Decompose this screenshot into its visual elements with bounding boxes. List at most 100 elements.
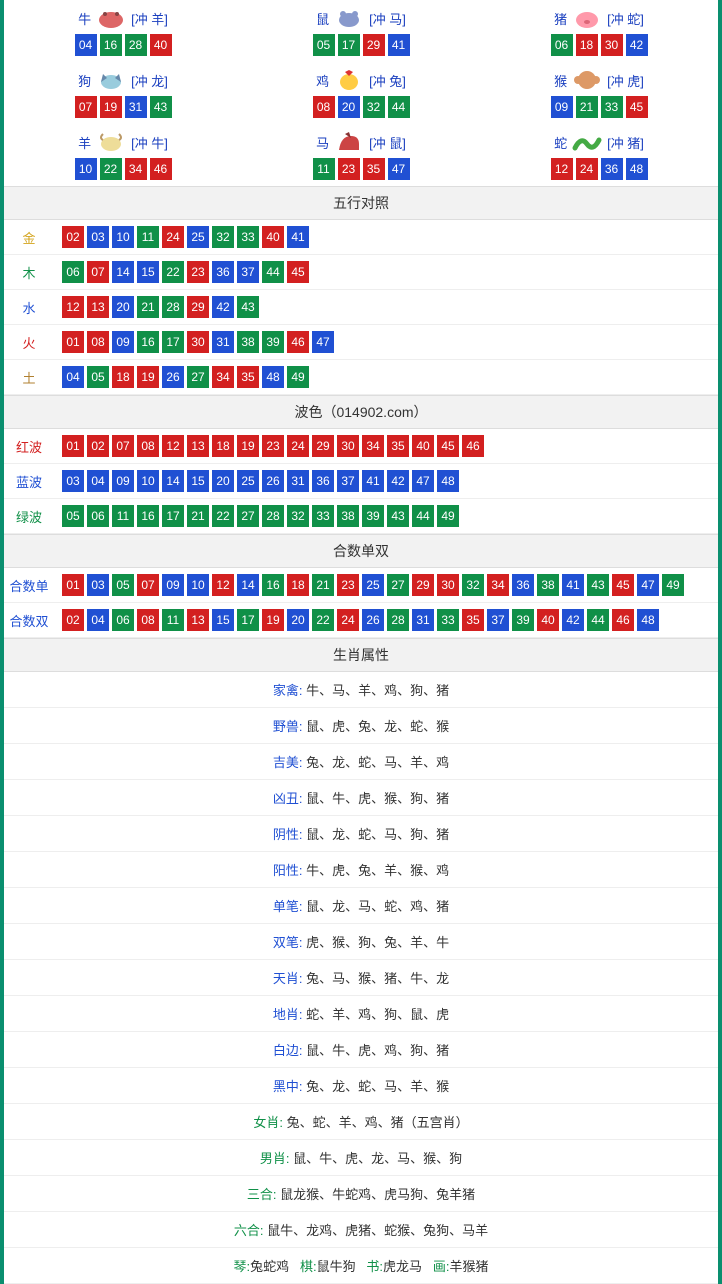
num-badge: 18 — [112, 366, 134, 388]
num-badge: 32 — [212, 226, 234, 248]
attr-label: 黑中: — [273, 1079, 303, 1094]
attr-row: 天肖: 兔、马、猴、猪、牛、龙 — [4, 960, 718, 996]
attr-row: 白边: 鼠、牛、虎、鸡、狗、猪 — [4, 1032, 718, 1068]
footer-row: 琴:兔蛇鸡 棋:鼠牛狗 书:虎龙马 画:羊猴猪 — [4, 1248, 718, 1284]
shu-val: 虎龙马 — [383, 1259, 422, 1274]
num-badge: 05 — [87, 366, 109, 388]
attr-value: 虎、猴、狗、兔、羊、牛 — [306, 935, 449, 950]
num-badge: 02 — [62, 226, 84, 248]
num-badge: 37 — [237, 261, 259, 283]
zodiac-cell-rat: 鼠 [冲 马] 05172941 — [242, 0, 480, 62]
num-badge: 14 — [237, 574, 259, 596]
num-badge: 43 — [237, 296, 259, 318]
num-badge: 15 — [137, 261, 159, 283]
num-badge: 20 — [112, 296, 134, 318]
num-badge: 28 — [262, 505, 284, 527]
zodiac-clash: [冲 羊] — [131, 9, 168, 28]
zodiac-cell-horse: 马 [冲 鼠] 11233547 — [242, 124, 480, 186]
num-badge: 17 — [162, 331, 184, 353]
attr-label: 双笔: — [273, 935, 303, 950]
num-badge: 30 — [601, 34, 623, 56]
zodiac-clash: [冲 马] — [369, 9, 406, 28]
attr-label: 阴性: — [273, 827, 303, 842]
num-badge: 44 — [388, 96, 410, 118]
zodiac-clash: [冲 猪] — [607, 133, 644, 152]
row-label: 金 — [4, 228, 54, 247]
num-badge: 23 — [187, 261, 209, 283]
table-row: 火0108091617303138394647 — [4, 325, 718, 360]
num-badge: 09 — [112, 470, 134, 492]
attr-row: 阴性: 鼠、龙、蛇、马、狗、猪 — [4, 816, 718, 852]
num-badge: 17 — [338, 34, 360, 56]
attr-row: 六合: 鼠牛、龙鸡、虎猪、蛇猴、兔狗、马羊 — [4, 1212, 718, 1248]
num-badge: 28 — [387, 609, 409, 631]
num-badge: 06 — [551, 34, 573, 56]
attr-label: 女肖: — [253, 1115, 283, 1130]
row-label: 水 — [4, 298, 54, 317]
num-badge: 19 — [137, 366, 159, 388]
attr-label: 凶丑: — [273, 791, 303, 806]
num-badge: 10 — [187, 574, 209, 596]
num-badge: 41 — [562, 574, 584, 596]
num-badge: 31 — [125, 96, 147, 118]
num-badge: 09 — [112, 331, 134, 353]
attr-label: 单笔: — [273, 899, 303, 914]
num-badge: 03 — [87, 226, 109, 248]
num-badge: 33 — [312, 505, 334, 527]
num-badge: 12 — [62, 296, 84, 318]
num-badge: 12 — [551, 158, 573, 180]
num-badge: 38 — [337, 505, 359, 527]
dog-icon — [93, 68, 129, 92]
num-badge: 25 — [362, 574, 384, 596]
attr-row: 三合: 鼠龙猴、牛蛇鸡、虎马狗、兔羊猪 — [4, 1176, 718, 1212]
num-badge: 08 — [137, 609, 159, 631]
row-nums: 1213202128294243 — [54, 296, 259, 318]
num-badge: 38 — [237, 331, 259, 353]
num-badge: 13 — [187, 609, 209, 631]
zodiac-name: 猪 — [554, 9, 567, 28]
num-badge: 03 — [87, 574, 109, 596]
num-badge: 22 — [162, 261, 184, 283]
num-badge: 26 — [262, 470, 284, 492]
attr-label: 吉美: — [273, 755, 303, 770]
attr-row: 阳性: 牛、虎、兔、羊、猴、鸡 — [4, 852, 718, 888]
num-badge: 28 — [162, 296, 184, 318]
num-badge: 10 — [137, 470, 159, 492]
num-badge: 11 — [313, 158, 335, 180]
num-badge: 36 — [601, 158, 623, 180]
num-badge: 47 — [637, 574, 659, 596]
num-badge: 10 — [112, 226, 134, 248]
rooster-icon — [331, 68, 367, 92]
num-badge: 19 — [237, 435, 259, 457]
num-badge: 24 — [576, 158, 598, 180]
wuxing-header: 五行对照 — [4, 186, 718, 220]
qi-label: 棋: — [300, 1259, 317, 1274]
zodiac-clash: [冲 虎] — [607, 71, 644, 90]
bose-header: 波色（014902.com） — [4, 395, 718, 429]
num-badge: 29 — [412, 574, 434, 596]
attr-row: 女肖: 兔、蛇、羊、鸡、猪（五宫肖） — [4, 1104, 718, 1140]
num-badge: 40 — [537, 609, 559, 631]
zodiac-cell-dog: 狗 [冲 龙] 07193143 — [4, 62, 242, 124]
num-badge: 08 — [87, 331, 109, 353]
attr-label: 白边: — [273, 1043, 303, 1058]
zodiac-clash: [冲 牛] — [131, 133, 168, 152]
num-badge: 43 — [150, 96, 172, 118]
table-row: 蓝波03040910141520252631363741424748 — [4, 464, 718, 499]
attr-value: 兔、龙、蛇、马、羊、猴 — [306, 1079, 449, 1094]
shu-label: 书: — [366, 1259, 383, 1274]
num-badge: 35 — [363, 158, 385, 180]
num-badge: 21 — [312, 574, 334, 596]
row-label: 红波 — [4, 437, 54, 456]
num-badge: 22 — [212, 505, 234, 527]
num-badge: 25 — [187, 226, 209, 248]
num-badge: 46 — [287, 331, 309, 353]
num-badge: 35 — [387, 435, 409, 457]
num-badge: 04 — [87, 470, 109, 492]
attr-value: 鼠牛、龙鸡、虎猪、蛇猴、兔狗、马羊 — [267, 1223, 488, 1238]
attr-row: 黑中: 兔、龙、蛇、马、羊、猴 — [4, 1068, 718, 1104]
num-badge: 47 — [312, 331, 334, 353]
attr-row: 野兽: 鼠、虎、兔、龙、蛇、猴 — [4, 708, 718, 744]
num-badge: 17 — [237, 609, 259, 631]
num-badge: 34 — [125, 158, 147, 180]
